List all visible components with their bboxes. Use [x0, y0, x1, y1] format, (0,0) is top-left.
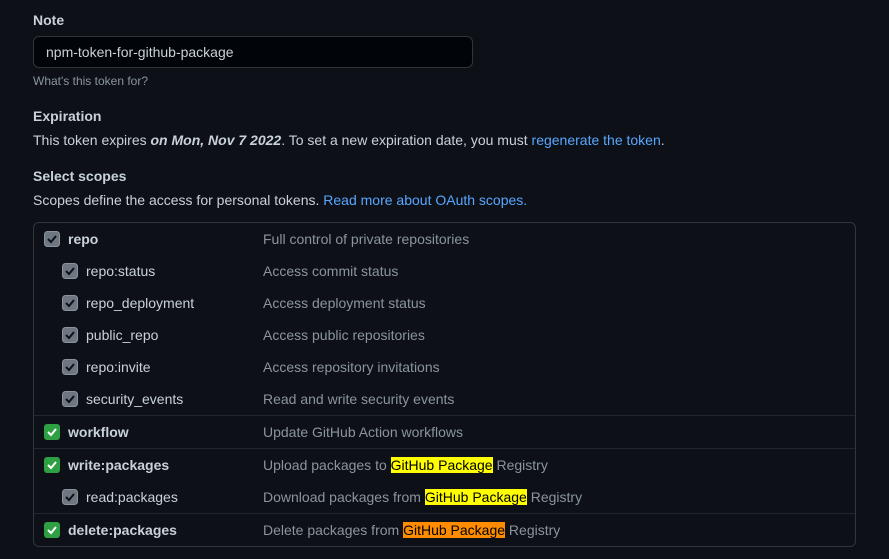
scope-name-repo-status: repo:status [86, 263, 263, 279]
checkbox-unchecked-disabled-icon [62, 263, 78, 279]
scope-name-repo-invite: repo:invite [86, 359, 263, 375]
scope-group-write-packages: write:packages Upload packages to GitHub… [34, 449, 855, 514]
scope-row-delete-packages: delete:packages Delete packages from Git… [34, 514, 855, 546]
checkbox-unchecked-disabled-icon [62, 391, 78, 407]
highlight-github-package: GitHub Package [425, 489, 527, 505]
scope-desc-repo-deployment: Access deployment status [263, 295, 426, 311]
scope-row-public-repo: public_repo Access public repositories [34, 319, 855, 351]
scope-desc-read-packages: Download packages from GitHub Package Re… [263, 489, 582, 505]
desc-pre: Upload packages to [263, 457, 391, 473]
select-scopes-label: Select scopes [33, 168, 856, 184]
scope-desc-repo-status: Access commit status [263, 263, 398, 279]
scope-name-public-repo: public_repo [86, 327, 263, 343]
scope-row-repo-status: repo:status Access commit status [34, 255, 855, 287]
checkbox-checked-icon [44, 457, 60, 473]
expiration-prefix: This token expires [33, 132, 151, 148]
scope-row-repo: repo Full control of private repositorie… [34, 223, 855, 255]
scope-desc-repo-invite: Access repository invitations [263, 359, 440, 375]
checkbox-public-repo[interactable] [62, 327, 78, 343]
scope-name-workflow: workflow [68, 424, 263, 440]
scope-name-security-events: security_events [86, 391, 263, 407]
scope-row-read-packages: read:packages Download packages from Git… [34, 481, 855, 513]
scope-name-repo: repo [68, 231, 263, 247]
scope-row-workflow: workflow Update GitHub Action workflows [34, 416, 855, 448]
desc-pre: Download packages from [263, 489, 425, 505]
scope-row-write-packages: write:packages Upload packages to GitHub… [34, 449, 855, 481]
expiration-date: on Mon, Nov 7 2022 [151, 132, 282, 148]
checkbox-repo-deployment[interactable] [62, 295, 78, 311]
checkbox-write-packages[interactable] [44, 457, 60, 473]
checkbox-checked-icon [44, 522, 60, 538]
scope-desc-delete-packages: Delete packages from GitHub Package Regi… [263, 522, 560, 538]
scopes-table: repo Full control of private repositorie… [33, 222, 856, 547]
scope-desc-repo: Full control of private repositories [263, 231, 469, 247]
scope-row-repo-deployment: repo_deployment Access deployment status [34, 287, 855, 319]
scopes-desc-text: Scopes define the access for personal to… [33, 192, 323, 208]
scope-row-repo-invite: repo:invite Access repository invitation… [34, 351, 855, 383]
scope-name-repo-deployment: repo_deployment [86, 295, 263, 311]
oauth-scopes-link[interactable]: Read more about OAuth scopes. [323, 192, 527, 208]
checkbox-checked-icon [44, 424, 60, 440]
checkbox-security-events[interactable] [62, 391, 78, 407]
checkbox-workflow[interactable] [44, 424, 60, 440]
scope-name-read-packages: read:packages [86, 489, 263, 505]
scope-group-repo: repo Full control of private repositorie… [34, 223, 855, 416]
scope-name-write-packages: write:packages [68, 457, 263, 473]
checkbox-repo[interactable] [44, 231, 60, 247]
checkbox-delete-packages[interactable] [44, 522, 60, 538]
expiration-text: This token expires on Mon, Nov 7 2022. T… [33, 132, 856, 148]
checkbox-repo-status[interactable] [62, 263, 78, 279]
regenerate-token-link[interactable]: regenerate the token [532, 132, 661, 148]
desc-post: Registry [493, 457, 548, 473]
highlight-github-package: GitHub Package [391, 457, 493, 473]
scope-desc-security-events: Read and write security events [263, 391, 454, 407]
desc-post: Registry [505, 522, 560, 538]
note-input[interactable] [33, 36, 473, 68]
scopes-description: Scopes define the access for personal to… [33, 192, 856, 208]
checkbox-read-packages[interactable] [62, 489, 78, 505]
checkbox-unchecked-disabled-icon [62, 359, 78, 375]
scope-name-delete-packages: delete:packages [68, 522, 263, 538]
checkbox-unchecked-disabled-icon [62, 327, 78, 343]
scope-desc-write-packages: Upload packages to GitHub Package Regist… [263, 457, 548, 473]
checkbox-unchecked-disabled-icon [62, 489, 78, 505]
checkbox-repo-invite[interactable] [62, 359, 78, 375]
scope-desc-workflow: Update GitHub Action workflows [263, 424, 463, 440]
expiration-suffix: . [661, 132, 665, 148]
scope-row-security-events: security_events Read and write security … [34, 383, 855, 415]
scope-group-delete-packages: delete:packages Delete packages from Git… [34, 514, 855, 546]
scope-group-workflow: workflow Update GitHub Action workflows [34, 416, 855, 449]
checkbox-unchecked-disabled-icon [44, 231, 60, 247]
highlight-github-package: GitHub Package [403, 522, 505, 538]
checkbox-unchecked-disabled-icon [62, 295, 78, 311]
scope-desc-public-repo: Access public repositories [263, 327, 425, 343]
note-label: Note [33, 12, 856, 28]
expiration-label: Expiration [33, 108, 856, 124]
note-hint: What's this token for? [33, 74, 856, 88]
desc-pre: Delete packages from [263, 522, 403, 538]
desc-post: Registry [527, 489, 582, 505]
expiration-middle: To set a new expiration date, you must [285, 132, 531, 148]
